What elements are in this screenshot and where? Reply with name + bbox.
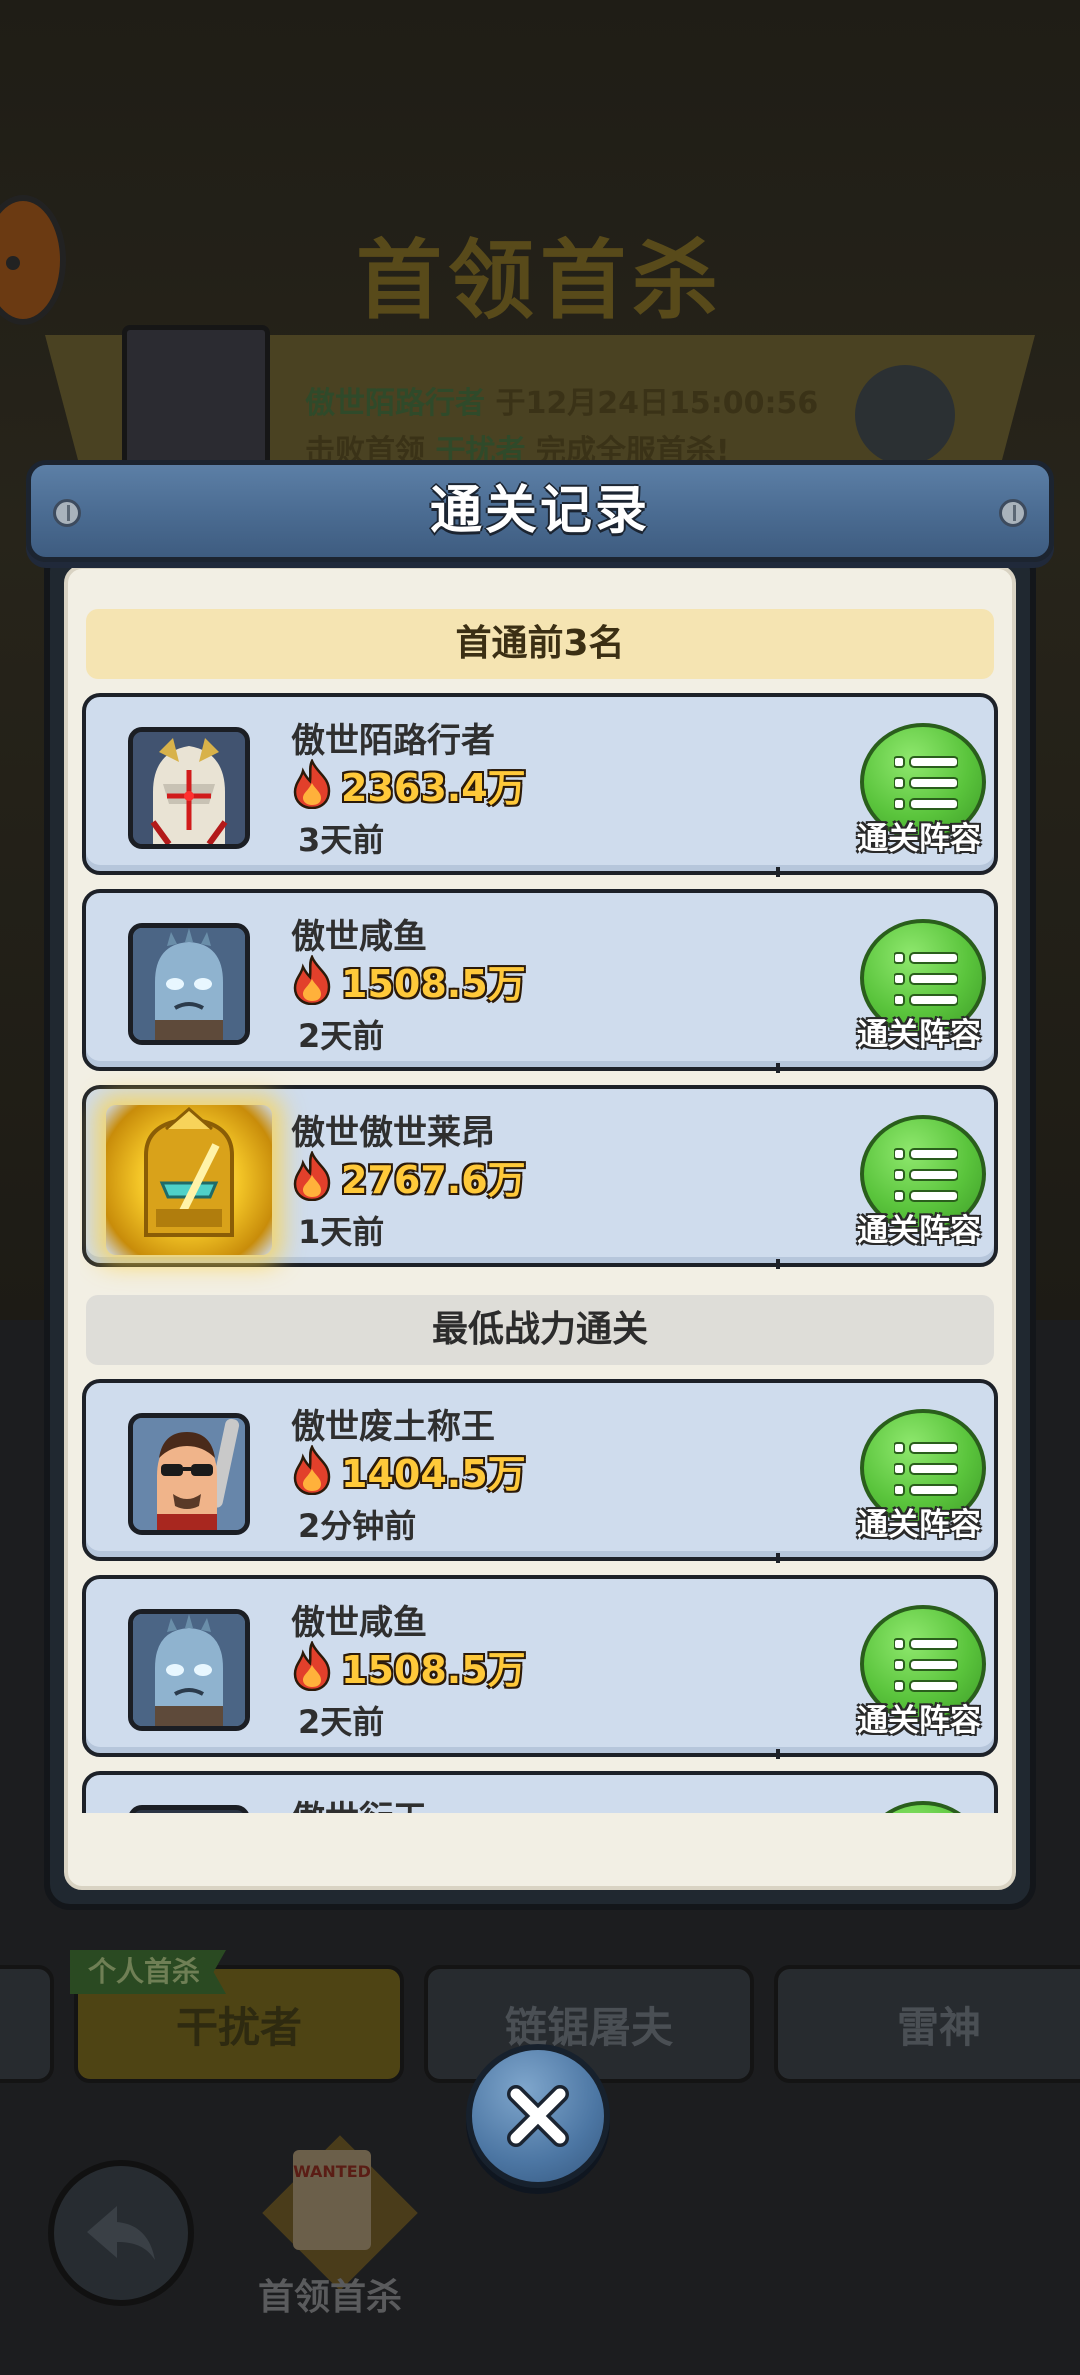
hero-portrait [128, 1413, 250, 1535]
close-button[interactable] [466, 2044, 610, 2188]
clear-time: 2分钟前 [298, 1507, 417, 1545]
power-value: 1404.5万 [341, 1451, 526, 1496]
fire-icon [293, 955, 331, 1005]
power-row: 2767.6万 [291, 1149, 526, 1203]
background-title: 首领首杀 [356, 231, 724, 331]
power-row: 1404.5万 [291, 1443, 526, 1497]
record-card: 傲世衍天 [82, 1771, 998, 1813]
lineup-button[interactable] [854, 1801, 986, 1813]
clear-time: 2天前 [298, 1017, 385, 1055]
power-value: 2767.6万 [341, 1157, 526, 1202]
modal-title: 通关记录 [429, 481, 650, 541]
gold-mecha-icon [144, 1107, 234, 1237]
hero-portrait [128, 727, 250, 849]
power-value: 1508.5万 [341, 1647, 526, 1692]
wanted-nav-label: 首领首杀 [257, 2277, 402, 2318]
card-divider [776, 1749, 780, 1759]
back-arrow-icon [87, 2206, 155, 2260]
list-icon [894, 952, 958, 1006]
hero-portrait [128, 923, 250, 1045]
clear-time: 1天前 [298, 1213, 385, 1251]
blue-alien-icon [133, 928, 245, 1040]
power-row: 2363.4万 [291, 757, 526, 811]
wanted-nav-item: WANTED 首领首杀 [245, 2135, 418, 2320]
list-icon [894, 1638, 958, 1692]
fire-icon [293, 759, 331, 809]
record-document-icon [855, 365, 955, 465]
section-lowest-power: 最低战力通关 [86, 1295, 994, 1365]
lineup-label: 通关阵容 [857, 1213, 981, 1249]
lineup-button[interactable]: 通关阵容 [854, 919, 986, 1053]
tab-boss-3: 雷神 [774, 1965, 1080, 2083]
list-icon [894, 756, 958, 810]
hero-portrait [128, 1609, 250, 1731]
banner-time: 于12月24日15:00:56 [495, 386, 819, 421]
lineup-label: 通关阵容 [857, 821, 981, 857]
white-mask-hero-icon [133, 732, 245, 844]
lineup-button[interactable]: 通关阵容 [854, 1409, 986, 1543]
tab-left-edge [0, 1965, 54, 2083]
record-card: 傲世废土称王 1404.5万 2分钟前 通关阵容 [82, 1379, 998, 1563]
lineup-label: 通关阵容 [857, 1703, 981, 1739]
card-divider [776, 867, 780, 877]
modal-header: 通关记录 [26, 460, 1054, 562]
card-divider [776, 1063, 780, 1073]
lineup-button[interactable]: 通关阵容 [854, 1115, 986, 1249]
player-name: 傲世废土称王 [291, 1407, 495, 1447]
lineup-button[interactable]: 通关阵容 [854, 723, 986, 857]
card-divider [776, 1553, 780, 1563]
power-row: 1508.5万 [291, 1639, 526, 1693]
hero-portrait [128, 1805, 250, 1813]
section-first-clear: 首通前3名 [86, 609, 994, 679]
fire-icon [293, 1445, 331, 1495]
player-name: 傲世陌路行者 [291, 721, 495, 761]
record-card: 傲世咸鱼 1508.5万 2天前 通关阵容 [82, 1575, 998, 1759]
power-value: 1508.5万 [341, 961, 526, 1006]
power-value: 2363.4万 [341, 765, 526, 810]
back-button [48, 2160, 194, 2306]
record-card: 傲世咸鱼 1508.5万 2天前 通关阵容 [82, 889, 998, 1073]
lineup-label: 通关阵容 [857, 1507, 981, 1543]
close-x-icon [507, 2085, 569, 2147]
player-name: 傲世傲世莱昂 [291, 1113, 495, 1153]
card-divider [776, 1259, 780, 1269]
records-list[interactable]: 首通前3名 傲世陌路行者 2363.4万 3天前 通关阵容 傲世咸鱼 1508.… [80, 595, 1000, 1813]
blue-alien-icon [133, 1614, 245, 1726]
fire-icon [293, 1641, 331, 1691]
wanted-poster-icon: WANTED [293, 2150, 371, 2250]
player-name: 傲世咸鱼 [291, 1603, 427, 1643]
clear-time: 2天前 [298, 1703, 385, 1741]
list-icon [894, 1148, 958, 1202]
power-row: 1508.5万 [291, 953, 526, 1007]
lineup-button[interactable]: 通关阵容 [854, 1605, 986, 1739]
player-name: 傲世衍天 [291, 1791, 427, 1813]
record-card: 傲世傲世莱昂 2767.6万 1天前 通关阵容 [82, 1085, 998, 1269]
personal-first-kill-badge: 个人首杀 [70, 1950, 227, 1994]
banner-player: 傲世陌路行者 [305, 386, 485, 421]
lineup-circle [860, 1801, 986, 1813]
sunglasses-man-icon [133, 1418, 245, 1530]
player-name: 傲世咸鱼 [291, 917, 427, 957]
clear-time: 3天前 [298, 821, 385, 859]
banner-portrait [122, 325, 270, 475]
list-icon [894, 1442, 958, 1496]
record-card: 傲世陌路行者 2363.4万 3天前 通关阵容 [82, 693, 998, 877]
fire-icon [293, 1151, 331, 1201]
hero-portrait [106, 1105, 272, 1255]
lineup-label: 通关阵容 [857, 1017, 981, 1053]
